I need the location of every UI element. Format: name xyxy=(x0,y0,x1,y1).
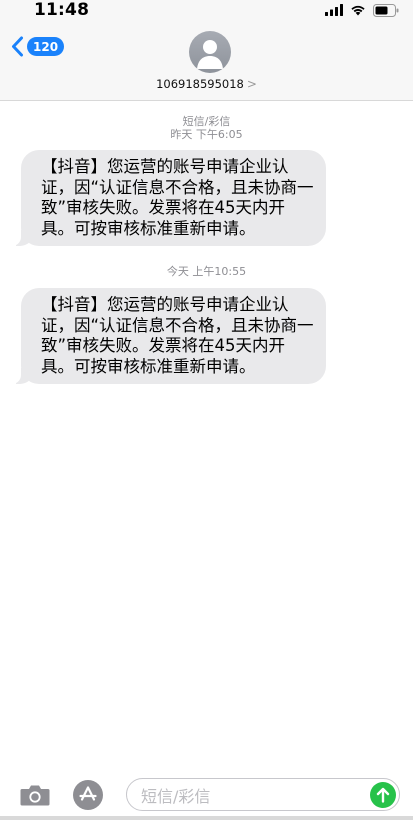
person-icon xyxy=(197,40,223,69)
message-input-placeholder: 短信/彩信 xyxy=(141,786,211,806)
messages-screen: 11:48 120 106918595018 > 短信/彩信 昨天 下午6:05… xyxy=(0,0,413,820)
status-icons xyxy=(325,3,399,17)
status-time: 11:48 xyxy=(34,0,90,20)
wifi-icon xyxy=(351,5,365,16)
message-bubble[interactable]: 【抖音】您运营的账号申请企业认证，因“认证信息不合格，且未协商一致”审核失败。发… xyxy=(11,150,326,246)
back-button[interactable]: 120 xyxy=(11,36,65,57)
send-button[interactable] xyxy=(370,782,396,808)
message-timestamp: 今天 上午10:55 xyxy=(166,265,247,278)
message-text: 【抖音】您运营的账号申请企业认证，因“认证信息不合格，且未协商一致”审核失败。发… xyxy=(41,295,314,376)
composer-bar: 短信/彩信 xyxy=(0,770,413,820)
thread-service-label: 短信/彩信 xyxy=(182,115,231,128)
message-text: 【抖音】您运营的账号申请企业认证，因“认证信息不合格，且未协商一致”审核失败。发… xyxy=(41,157,314,238)
contact-number: 106918595018 xyxy=(156,77,244,91)
message-timestamp: 昨天 下午6:05 xyxy=(170,128,243,141)
unread-count-badge: 120 xyxy=(27,37,65,56)
bottom-bar xyxy=(0,816,413,820)
conversation-header: 120 106918595018 > xyxy=(0,22,413,101)
signal-icon xyxy=(325,4,343,16)
message-input[interactable]: 短信/彩信 xyxy=(126,778,400,811)
chevron-right-icon: > xyxy=(246,77,257,91)
camera-icon[interactable] xyxy=(20,784,50,806)
app-store-button[interactable] xyxy=(73,780,103,810)
app-store-icon xyxy=(79,786,97,801)
message-bubble[interactable]: 【抖音】您运营的账号申请企业认证，因“认证信息不合格，且未协商一致”审核失败。发… xyxy=(11,288,326,384)
contact-avatar[interactable] xyxy=(189,31,231,73)
status-bar: 11:48 xyxy=(0,0,413,22)
contact-name-button[interactable]: 106918595018 > xyxy=(0,77,413,91)
arrow-up-icon xyxy=(376,787,390,803)
battery-icon xyxy=(373,3,399,17)
chevron-left-icon xyxy=(12,36,23,57)
